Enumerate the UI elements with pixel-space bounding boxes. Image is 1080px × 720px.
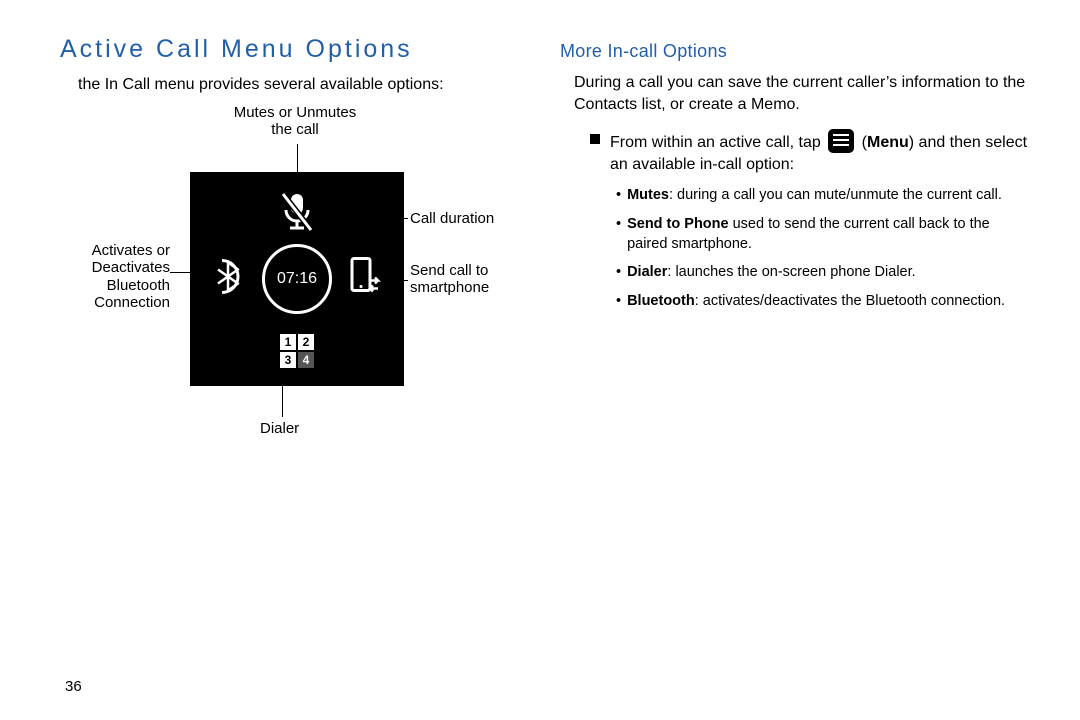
menu-word: Menu <box>867 134 909 151</box>
square-bullet-icon <box>590 134 600 144</box>
watch-screen: 07:16 1234 <box>190 172 404 386</box>
annotation-dialer: Dialer <box>260 420 299 437</box>
page-number: 36 <box>65 678 82 695</box>
subsection-heading: More In-call Options <box>560 41 1030 62</box>
option-term: Mutes <box>627 187 669 203</box>
section-heading: Active Call Menu Options <box>60 35 520 64</box>
send-to-phone-icon <box>348 255 384 304</box>
call-timer-value: 07:16 <box>277 270 317 288</box>
bluetooth-icon <box>208 255 248 304</box>
in-call-diagram: Mutes or Unmutesthe call Activates orDea… <box>60 112 520 482</box>
step-text-prefix: From within an active call, tap <box>610 134 825 151</box>
option-term: Dialer <box>627 264 667 280</box>
annotation-mute: Mutes or Unmutesthe call <box>215 104 375 139</box>
option-desc: : launches the on-screen phone Dialer. <box>667 264 915 280</box>
instruction-step: From within an active call, tap (Menu) a… <box>590 129 1030 175</box>
option-term: Send to Phone <box>627 216 729 232</box>
option-desc: : activates/deactivates the Bluetooth co… <box>695 293 1005 309</box>
list-item: • Bluetooth: activates/deactivates the B… <box>616 291 1030 311</box>
dialer-icon: 1234 <box>280 334 314 368</box>
annotation-bluetooth: Activates orDeactivatesBluetoothConnecti… <box>60 242 170 311</box>
subsection-intro: During a call you can save the current c… <box>574 72 1030 115</box>
list-item: • Send to Phone used to send the current… <box>616 214 1030 255</box>
section-intro: the In Call menu provides several availa… <box>78 76 520 94</box>
mute-icon <box>277 190 317 239</box>
menu-icon <box>828 129 854 153</box>
annotation-duration: Call duration <box>410 210 494 227</box>
list-item: • Dialer: launches the on-screen phone D… <box>616 262 1030 282</box>
option-desc: : during a call you can mute/unmute the … <box>669 187 1002 203</box>
option-term: Bluetooth <box>627 293 695 309</box>
option-list: • Mutes: during a call you can mute/unmu… <box>616 185 1030 310</box>
annotation-send: Send call tosmartphone <box>410 262 489 297</box>
call-duration-display: 07:16 <box>262 244 332 314</box>
left-column: Active Call Menu Options the In Call men… <box>60 35 520 482</box>
list-item: • Mutes: during a call you can mute/unmu… <box>616 185 1030 205</box>
right-column: More In-call Options During a call you c… <box>560 35 1030 482</box>
